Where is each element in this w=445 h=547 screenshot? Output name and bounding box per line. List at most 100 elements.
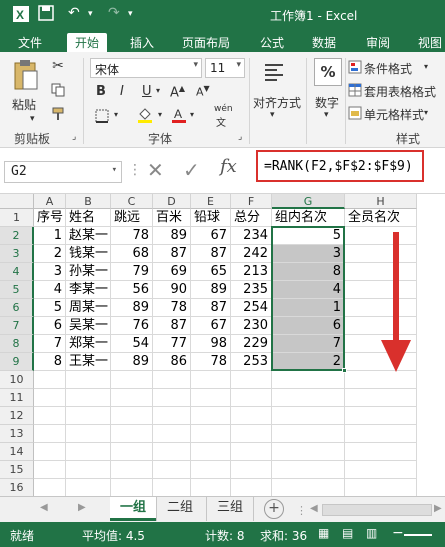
empty-cell[interactable]	[272, 461, 345, 479]
new-sheet-icon[interactable]: +	[264, 499, 284, 519]
underline-button[interactable]: U	[142, 84, 152, 99]
name-box[interactable]: G2 ▾	[4, 161, 122, 183]
header-cell[interactable]: 组内名次	[272, 209, 345, 227]
row-header[interactable]: 11	[0, 389, 34, 407]
font-color-dropdown-icon[interactable]: ▾	[190, 110, 194, 119]
table-cell[interactable]: 7	[272, 335, 345, 353]
enter-icon[interactable]: ✓	[183, 158, 200, 182]
empty-cell[interactable]	[272, 443, 345, 461]
empty-cell[interactable]	[66, 389, 111, 407]
paste-button[interactable]: 粘贴	[12, 96, 36, 113]
insert-function-icon[interactable]: fx	[220, 156, 237, 177]
row-header[interactable]: 15	[0, 461, 34, 479]
empty-cell[interactable]	[111, 461, 153, 479]
table-cell[interactable]: 8	[34, 353, 66, 371]
table-cell[interactable]: 76	[111, 317, 153, 335]
table-cell[interactable]: 周某一	[66, 299, 111, 317]
empty-cell[interactable]	[34, 407, 66, 425]
more-options-icon[interactable]: ⋮	[128, 162, 142, 178]
table-cell[interactable]: 54	[111, 335, 153, 353]
zoom-slider[interactable]	[404, 534, 432, 536]
next-sheet-icon[interactable]: ▶	[78, 502, 86, 513]
conditional-format-button[interactable]: 条件格式	[364, 60, 412, 77]
empty-cell[interactable]	[111, 407, 153, 425]
percent-icon[interactable]: %	[314, 58, 342, 86]
font-size-combo[interactable]: 11 ▾	[205, 58, 245, 78]
table-cell[interactable]: 郑某一	[66, 335, 111, 353]
prev-sheet-icon[interactable]: ◀	[40, 502, 48, 513]
empty-cell[interactable]	[191, 461, 231, 479]
empty-cell[interactable]	[345, 479, 417, 497]
more-sheets-icon[interactable]: ⋮	[296, 504, 307, 517]
table-cell[interactable]: 5	[272, 227, 345, 245]
empty-cell[interactable]	[231, 425, 272, 443]
row-header[interactable]: 7	[0, 317, 34, 335]
empty-cell[interactable]	[66, 425, 111, 443]
fill-color-dropdown-icon[interactable]: ▾	[158, 110, 162, 119]
phonetic-button[interactable]: wén	[214, 104, 233, 114]
empty-cell[interactable]	[153, 371, 191, 389]
redo-icon[interactable]: ↷	[108, 5, 120, 21]
empty-cell[interactable]	[153, 407, 191, 425]
customize-quick-access-icon[interactable]: ▾	[128, 9, 133, 19]
fill-handle[interactable]	[342, 368, 347, 373]
empty-cell[interactable]	[111, 443, 153, 461]
empty-cell[interactable]	[111, 389, 153, 407]
row-header[interactable]: 10	[0, 371, 34, 389]
table-cell[interactable]: 86	[153, 353, 191, 371]
table-cell[interactable]: 230	[231, 317, 272, 335]
row-header[interactable]: 1	[0, 209, 34, 227]
table-cell[interactable]: 69	[153, 263, 191, 281]
tab-review[interactable]: 审阅	[366, 33, 390, 52]
empty-cell[interactable]	[191, 425, 231, 443]
empty-cell[interactable]	[34, 479, 66, 497]
table-cell[interactable]: 7	[34, 335, 66, 353]
table-cell[interactable]: 钱某一	[66, 245, 111, 263]
sheet-tab-group2[interactable]: 二组	[156, 497, 203, 521]
table-cell[interactable]: 90	[153, 281, 191, 299]
row-header[interactable]: 6	[0, 299, 34, 317]
empty-cell[interactable]	[153, 425, 191, 443]
horizontal-scrollbar[interactable]	[322, 504, 432, 516]
column-header-b[interactable]: B	[66, 194, 111, 209]
empty-cell[interactable]	[153, 443, 191, 461]
table-cell[interactable]: 1	[34, 227, 66, 245]
table-cell[interactable]: 3	[34, 263, 66, 281]
table-cell[interactable]: 王某一	[66, 353, 111, 371]
row-header[interactable]: 9	[0, 353, 34, 371]
empty-cell[interactable]	[111, 479, 153, 497]
table-cell[interactable]: 89	[191, 281, 231, 299]
empty-cell[interactable]	[345, 407, 417, 425]
table-cell[interactable]: 229	[231, 335, 272, 353]
tab-page-layout[interactable]: 页面布局	[182, 33, 230, 52]
table-cell[interactable]: 77	[153, 335, 191, 353]
table-cell[interactable]: 8	[272, 263, 345, 281]
empty-cell[interactable]	[272, 407, 345, 425]
empty-cell[interactable]	[231, 443, 272, 461]
table-cell[interactable]: 67	[191, 227, 231, 245]
font-name-combo[interactable]: 宋体 ▾	[90, 58, 202, 78]
undo-dropdown-icon[interactable]: ▾	[88, 9, 93, 19]
formula-input[interactable]: =RANK(F2,$F$2:$F$9)	[256, 150, 424, 182]
zoom-out-icon[interactable]: −	[392, 525, 404, 541]
column-header-f[interactable]: F	[231, 194, 272, 209]
table-cell[interactable]: 87	[191, 245, 231, 263]
empty-cell[interactable]	[34, 443, 66, 461]
empty-cell[interactable]	[34, 389, 66, 407]
empty-cell[interactable]	[66, 479, 111, 497]
table-cell[interactable]: 4	[272, 281, 345, 299]
table-cell[interactable]: 65	[191, 263, 231, 281]
empty-cell[interactable]	[272, 479, 345, 497]
column-header-e[interactable]: E	[191, 194, 231, 209]
italic-button[interactable]: I	[120, 84, 124, 99]
empty-cell[interactable]	[111, 425, 153, 443]
paste-icon[interactable]	[12, 58, 40, 92]
borders-dropdown-icon[interactable]: ▾	[114, 110, 118, 119]
tab-formulas[interactable]: 公式	[260, 33, 284, 52]
table-cell[interactable]: 5	[34, 299, 66, 317]
tab-insert[interactable]: 插入	[130, 33, 154, 52]
empty-cell[interactable]	[345, 461, 417, 479]
row-header[interactable]: 12	[0, 407, 34, 425]
row-header[interactable]: 5	[0, 281, 34, 299]
empty-cell[interactable]	[111, 371, 153, 389]
